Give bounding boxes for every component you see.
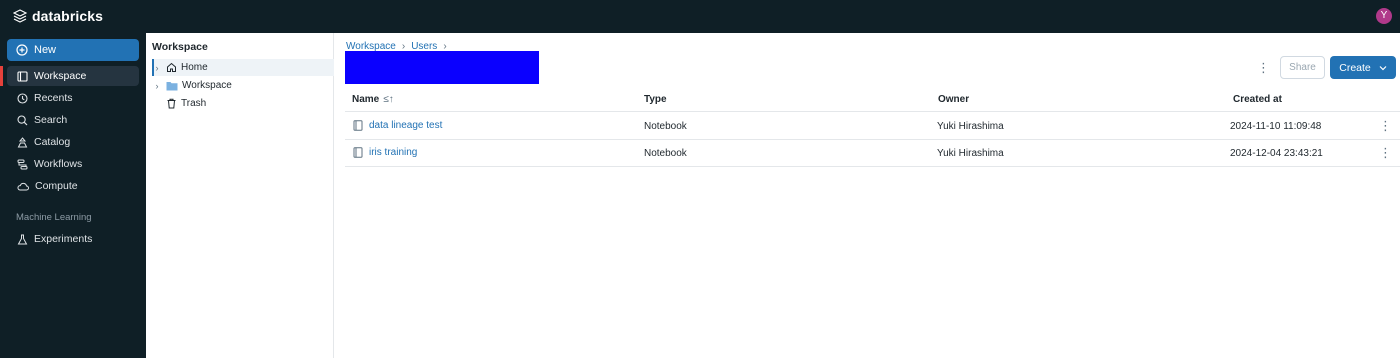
column-header-created-at[interactable]: Created at: [1233, 94, 1282, 105]
notebook-icon: [353, 120, 363, 131]
cloud-icon: [17, 182, 29, 190]
side-navigation: New Workspace Recents Search Catalog Wor…: [0, 33, 146, 358]
flask-icon: [17, 234, 28, 244]
redacted-page-title: [345, 51, 539, 84]
notebook-icon: [353, 147, 363, 158]
databricks-logo-icon: [13, 9, 27, 23]
sidebar-item-compute[interactable]: Compute: [7, 176, 139, 196]
sidebar-item-catalog[interactable]: Catalog: [7, 132, 139, 152]
tree-item-label: Trash: [181, 98, 207, 109]
sidebar-item-label: Workspace: [34, 70, 87, 82]
user-avatar[interactable]: Y: [1376, 8, 1392, 24]
create-button-label: Create: [1339, 61, 1371, 74]
tree-item-trash[interactable]: Trash: [152, 95, 334, 112]
notebook-name[interactable]: data lineage test: [369, 120, 442, 131]
notebook-link[interactable]: iris training: [353, 147, 417, 158]
sidebar-item-label: Search: [34, 114, 68, 126]
table-header: Name ≤↑ Type Owner Created at: [345, 89, 1400, 112]
new-button[interactable]: New: [7, 39, 139, 61]
chevron-down-icon: [1379, 65, 1387, 70]
column-header-type[interactable]: Type: [644, 94, 667, 105]
workspace-icon: [17, 70, 28, 82]
plus-circle-icon: [16, 44, 28, 56]
more-options-icon[interactable]: ⋮: [1257, 61, 1270, 74]
row-actions-icon[interactable]: ⋮: [1379, 119, 1392, 132]
created-at-cell: 2024-11-10 11:09:48: [1230, 121, 1322, 132]
sidebar-item-workspace[interactable]: Workspace: [0, 66, 139, 86]
workspace-tree-panel: Workspace › Home › Workspace Trash: [146, 33, 334, 358]
tree-item-home[interactable]: › Home: [152, 59, 334, 76]
type-cell: Notebook: [644, 121, 687, 132]
sort-ascending-icon[interactable]: ≤↑: [383, 94, 394, 105]
table-row[interactable]: data lineage test Notebook Yuki Hirashim…: [345, 113, 1400, 140]
main-content: Workspace › Users › ⋮ Share Create Name ≤…: [335, 33, 1400, 358]
workflows-icon: [17, 159, 28, 169]
sidebar-item-label: Recents: [34, 92, 73, 104]
row-actions-icon[interactable]: ⋮: [1379, 146, 1392, 159]
brand-name: databricks: [32, 8, 104, 24]
catalog-icon: [17, 136, 28, 147]
tree-item-label: Workspace: [182, 80, 232, 91]
share-button[interactable]: Share: [1280, 56, 1325, 79]
home-icon: [167, 62, 176, 72]
created-at-cell: 2024-12-04 23:43:21: [1230, 148, 1323, 159]
sidebar-item-recents[interactable]: Recents: [7, 88, 139, 108]
new-button-label: New: [34, 44, 57, 56]
table-row[interactable]: iris training Notebook Yuki Hirashima 20…: [345, 140, 1400, 167]
notebook-name[interactable]: iris training: [369, 147, 417, 158]
owner-cell: Yuki Hirashima: [937, 121, 1004, 132]
tree-item-workspace[interactable]: › Workspace: [152, 77, 334, 94]
sidebar-item-label: Compute: [35, 180, 78, 192]
notebook-link[interactable]: data lineage test: [353, 120, 442, 131]
folder-icon: [166, 81, 178, 90]
create-button[interactable]: Create: [1330, 56, 1396, 79]
clock-icon: [17, 92, 28, 104]
search-icon: [17, 114, 28, 125]
trash-icon: [167, 98, 176, 109]
chevron-right-icon[interactable]: ›: [152, 81, 162, 91]
tree-item-label: Home: [181, 62, 208, 73]
column-header-label: Name: [352, 94, 380, 105]
sidebar-item-label: Experiments: [34, 233, 93, 245]
databricks-logo[interactable]: databricks: [13, 8, 103, 24]
column-header-owner[interactable]: Owner: [938, 94, 969, 105]
sidebar-item-experiments[interactable]: Experiments: [7, 229, 139, 249]
sidebar-item-label: Catalog: [34, 136, 71, 148]
column-header-name[interactable]: Name ≤↑: [352, 94, 394, 105]
top-bar: databricks Y: [0, 0, 1400, 33]
owner-cell: Yuki Hirashima: [937, 148, 1004, 159]
machine-learning-section-label: Machine Learning: [16, 212, 92, 223]
type-cell: Notebook: [644, 148, 687, 159]
sidebar-item-workflows[interactable]: Workflows: [7, 154, 139, 174]
sidebar-item-search[interactable]: Search: [7, 110, 139, 130]
chevron-right-icon[interactable]: ›: [152, 63, 162, 73]
tree-title: Workspace: [152, 41, 208, 53]
sidebar-item-label: Workflows: [34, 158, 83, 170]
